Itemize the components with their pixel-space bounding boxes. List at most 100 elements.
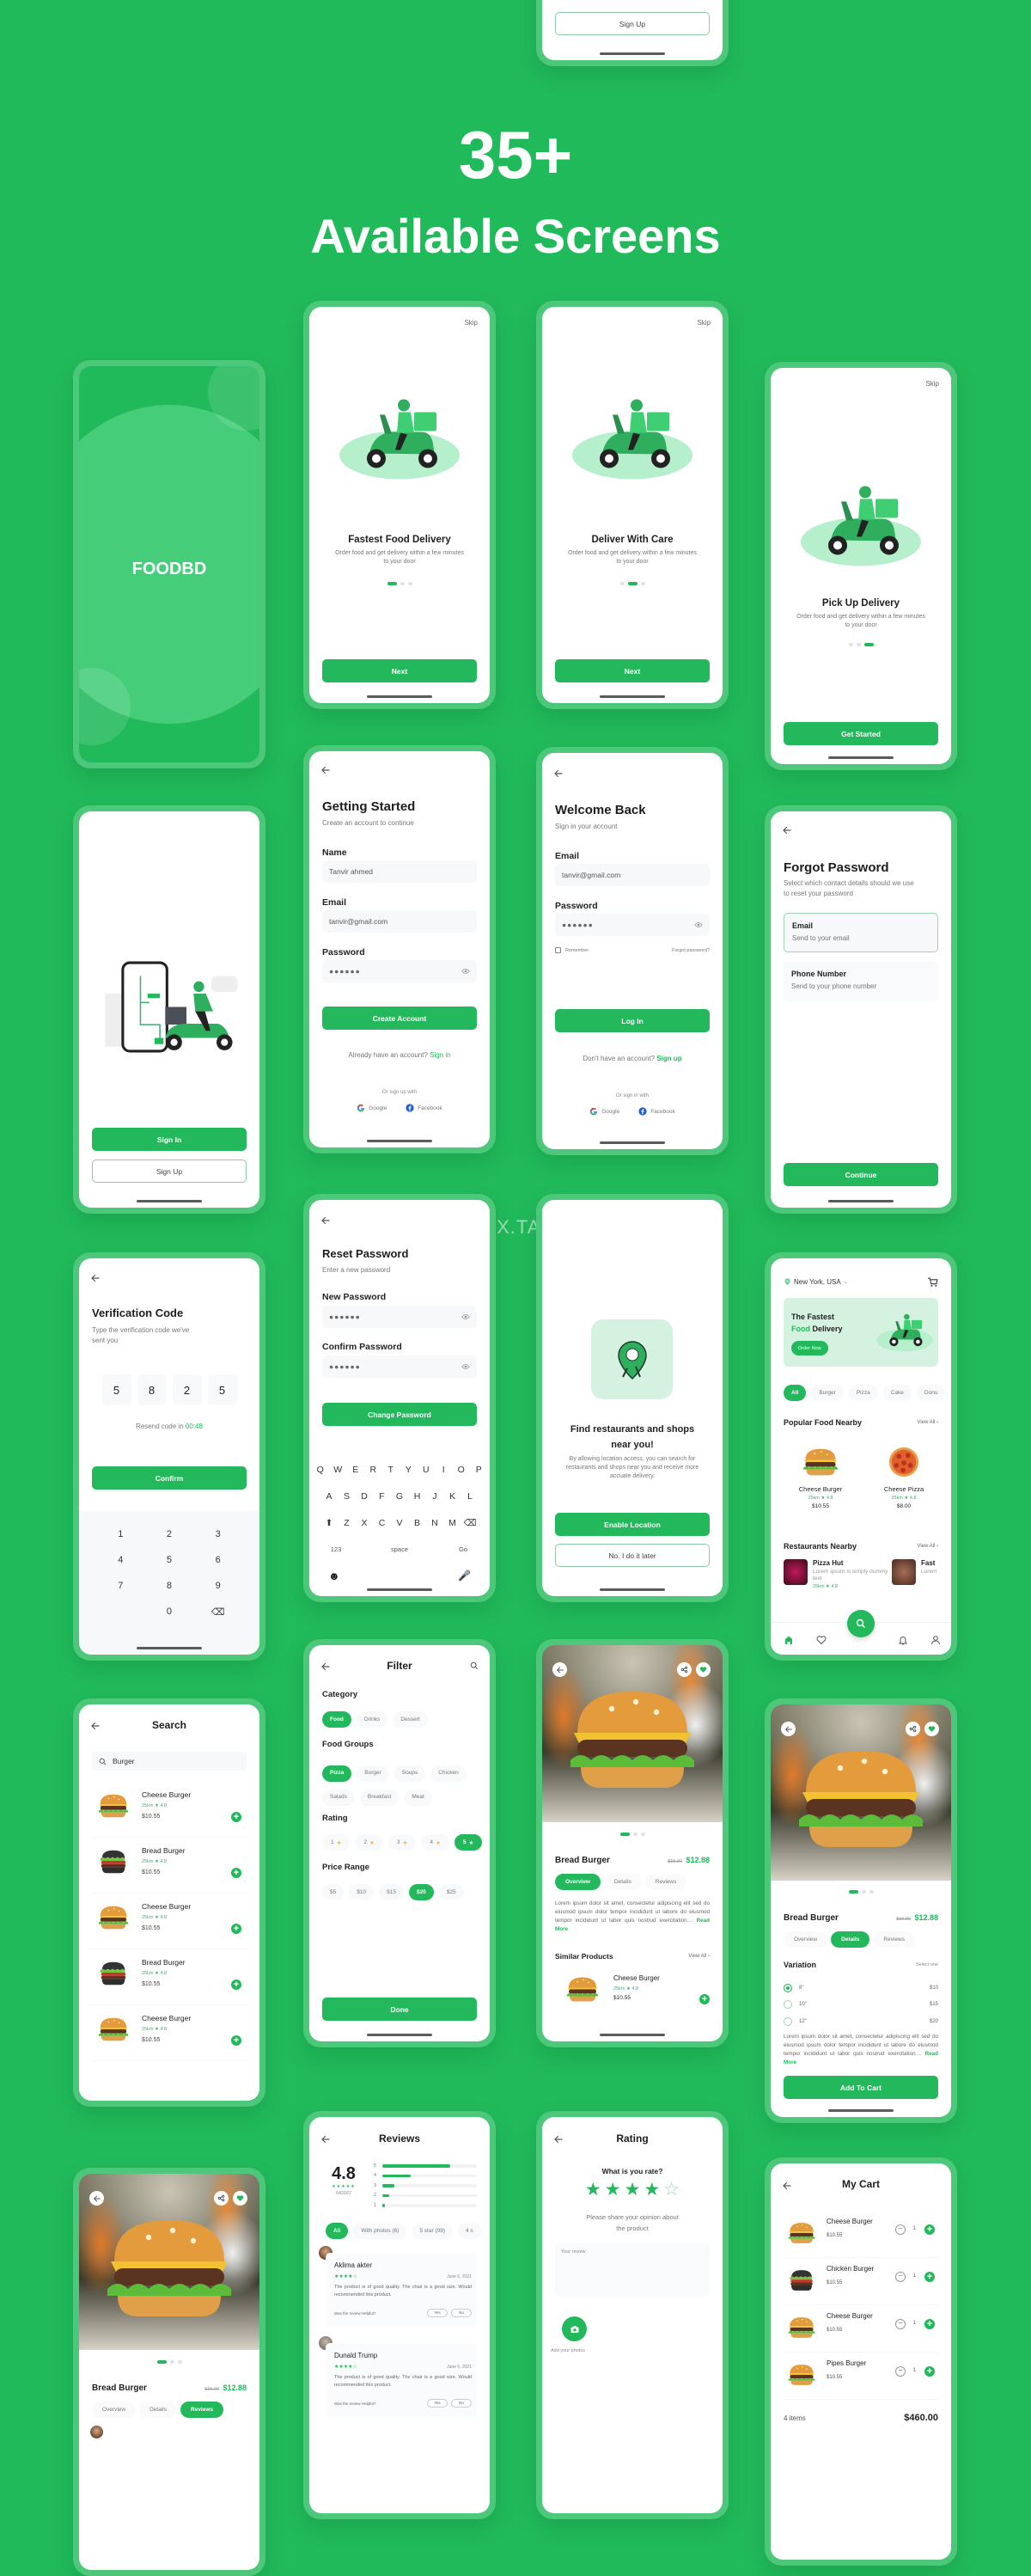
done-button[interactable]: Done — [322, 1998, 477, 2021]
similar-product-item[interactable]: Cheese Burger 25km ★ 4.8 $10.55 + — [555, 1970, 710, 2010]
name-field[interactable]: Tanvir ahmed — [322, 860, 477, 883]
keypad-key-8[interactable]: 8 — [145, 1573, 194, 1599]
search-icon[interactable] — [470, 1661, 479, 1670]
facebook-button[interactable]: Facebook — [406, 1104, 442, 1112]
notifications-icon[interactable] — [898, 1635, 908, 1645]
food-group-chip[interactable]: Burger — [357, 1765, 389, 1782]
search-result-item[interactable]: Bread Burger 25km ★ 4.8 $10.55 + — [92, 1838, 247, 1894]
email-field[interactable]: tanvir@gmail.com — [322, 910, 477, 933]
star-5-icon[interactable]: ☆ — [663, 2179, 680, 2200]
key-y[interactable]: Y — [400, 1465, 418, 1475]
profile-icon[interactable] — [930, 1635, 941, 1645]
keypad-key-4[interactable]: 4 — [96, 1547, 145, 1573]
decrease-quantity-button[interactable]: − — [895, 2319, 906, 2329]
get-started-button[interactable]: Get Started — [784, 722, 938, 745]
category-chip[interactable]: Cake — [882, 1385, 912, 1401]
category-chip[interactable]: Food — [322, 1711, 351, 1728]
tab-reviews[interactable]: Reviews — [180, 2402, 223, 2418]
share-button[interactable] — [214, 2191, 229, 2206]
food-card[interactable]: Cheese Pizza 25km ★ 4.8 $8.00 — [867, 1440, 941, 1523]
food-group-chip[interactable]: Soups — [393, 1765, 426, 1782]
keypad-key-0[interactable]: 0 — [145, 1599, 194, 1625]
back-arrow-icon[interactable] — [320, 1215, 331, 1226]
code-digit-box[interactable]: 8 — [137, 1374, 167, 1405]
key-u[interactable]: U — [418, 1465, 436, 1475]
rating-chip[interactable]: 1 ★ — [322, 1834, 351, 1851]
tab-overview[interactable]: Overview — [92, 2402, 137, 2418]
decrease-quantity-button[interactable]: − — [895, 2272, 906, 2282]
food-group-chip[interactable]: Pizza — [322, 1765, 352, 1782]
helpful-no-button[interactable]: No — [451, 2309, 472, 2317]
food-group-chip[interactable]: Salads — [322, 1789, 355, 1806]
change-password-button[interactable]: Change Password — [322, 1403, 477, 1426]
key-q[interactable]: Q — [312, 1465, 330, 1475]
radio-button[interactable] — [784, 2016, 792, 2026]
key-w[interactable]: W — [329, 1465, 347, 1475]
category-chip[interactable]: Burger — [811, 1385, 844, 1401]
sign-in-link[interactable]: Sign in — [430, 1051, 450, 1059]
decrease-quantity-button[interactable]: − — [895, 2366, 906, 2377]
favorites-icon[interactable] — [816, 1635, 827, 1645]
key-v[interactable]: V — [391, 1518, 409, 1528]
variation-option[interactable]: 10" $15 — [784, 1997, 938, 2014]
key-n[interactable]: N — [426, 1518, 444, 1528]
keypad-key-9[interactable]: 9 — [193, 1573, 242, 1599]
google-button[interactable]: Google — [589, 1107, 619, 1116]
star-3-icon[interactable]: ★ — [625, 2179, 641, 2200]
sign-up-link[interactable]: Sign up — [656, 1055, 681, 1062]
key-z[interactable]: Z — [338, 1518, 356, 1528]
add-photo-button[interactable] — [562, 2316, 587, 2341]
keypad-key-2[interactable]: 2 — [145, 1521, 194, 1547]
skip-link[interactable]: Skip — [464, 319, 478, 327]
key-m[interactable]: M — [443, 1518, 461, 1528]
review-textarea[interactable]: Your review — [555, 2243, 710, 2297]
tab-details[interactable]: Details — [831, 1931, 870, 1948]
tab-reviews[interactable]: Reviews — [873, 1931, 915, 1948]
sign-up-button[interactable]: Sign Up — [555, 12, 710, 35]
back-arrow-icon[interactable] — [553, 768, 564, 779]
category-chip[interactable]: Pizza — [848, 1385, 878, 1401]
eye-icon[interactable] — [461, 1312, 470, 1321]
share-button[interactable] — [906, 1722, 920, 1736]
sign-in-button[interactable]: Sign In — [92, 1128, 247, 1151]
helpful-yes-button[interactable]: Yes — [427, 2309, 448, 2317]
key-p[interactable]: P — [470, 1465, 488, 1475]
view-all-link[interactable]: View All › — [688, 1954, 710, 1959]
radio-button[interactable] — [784, 1983, 792, 1992]
rating-chip[interactable]: 4 ★ — [421, 1834, 449, 1851]
phone-option[interactable]: Phone Number Send to your phone number — [784, 962, 938, 1001]
decrease-quantity-button[interactable]: − — [895, 2224, 906, 2235]
search-result-item[interactable]: Cheese Burger 25km ★ 4.8 $10.55 + — [92, 1782, 247, 1838]
create-account-button[interactable]: Create Account — [322, 1007, 477, 1030]
keypad-key-1[interactable]: 1 — [96, 1521, 145, 1547]
key-o[interactable]: O — [453, 1465, 471, 1475]
next-button[interactable]: Next — [322, 659, 477, 682]
tab-reviews[interactable]: Reviews — [644, 1874, 687, 1890]
key-c[interactable]: C — [373, 1518, 391, 1528]
price-chip[interactable]: $20 — [408, 1884, 434, 1900]
variation-option[interactable]: 8" $10 — [784, 1979, 938, 1997]
remember-checkbox[interactable]: Remember — [555, 947, 589, 953]
increase-quantity-button[interactable]: + — [924, 2224, 935, 2235]
price-chip[interactable]: $15 — [379, 1884, 404, 1900]
search-input[interactable]: Burger — [92, 1752, 247, 1771]
food-card[interactable]: Cheese Burger 25km ★ 4.8 $10.55 — [784, 1440, 857, 1523]
tab-overview[interactable]: Overview — [784, 1931, 828, 1948]
key-go[interactable]: Go — [442, 1545, 484, 1553]
category-chip[interactable]: Dessert — [393, 1711, 428, 1728]
forgot-password-link[interactable]: Forgot password? — [672, 948, 710, 953]
back-button[interactable] — [552, 1662, 567, 1677]
review-filter-chip[interactable]: 5 star (99) — [412, 2223, 454, 2239]
back-arrow-icon[interactable] — [90, 1273, 101, 1283]
view-all-link[interactable]: View All › — [917, 1420, 938, 1425]
next-button[interactable]: Next — [555, 659, 710, 682]
favorite-button[interactable] — [924, 1722, 939, 1736]
rating-chip[interactable]: 5 ★ — [454, 1834, 483, 1851]
add-item-button[interactable]: + — [231, 1812, 241, 1822]
key-t[interactable]: T — [382, 1465, 400, 1475]
tab-details[interactable]: Details — [139, 2402, 177, 2418]
keypad-key-7[interactable]: 7 — [96, 1573, 145, 1599]
increase-quantity-button[interactable]: + — [924, 2319, 935, 2329]
skip-link[interactable]: Skip — [697, 319, 711, 327]
food-group-chip[interactable]: Meat — [404, 1789, 432, 1806]
